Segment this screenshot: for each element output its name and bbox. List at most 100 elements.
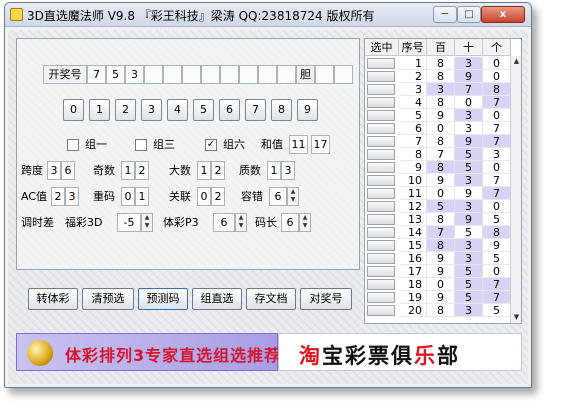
spin-down-icon[interactable]: ▼ [142,222,152,230]
repeat-from-field[interactable]: 0 [121,187,135,206]
sum-to-field[interactable]: 17 [311,135,330,154]
award-digit-4[interactable] [144,65,163,84]
predict-code-button[interactable]: 预测码 [138,288,188,310]
dan-digit-1[interactable] [315,65,334,84]
row-select-button[interactable] [367,136,395,147]
scroll-down-icon[interactable]: ▼ [511,312,522,323]
to-sports-lottery-button[interactable]: 转体彩 [28,288,78,310]
row-select-button[interactable] [367,97,395,108]
row-select-button[interactable] [367,123,395,134]
digit-button-2[interactable]: 2 [115,99,136,121]
table-row[interactable]: 7897 [365,135,511,148]
table-row[interactable]: 20 8 3 5 [365,304,511,317]
table-row[interactable]: 2890 [365,70,511,83]
spin-down-icon[interactable]: ▼ [300,222,310,230]
award-digit-10[interactable] [258,65,277,84]
row-select-button[interactable] [367,266,395,277]
row-select-button[interactable] [367,58,395,69]
p3-spinner[interactable]: ▲ ▼ [235,213,247,232]
table-row[interactable]: 12 5 3 0 [365,200,511,213]
row-select-button[interactable] [367,84,395,95]
tolerance-spinner[interactable]: ▲ ▼ [287,187,299,206]
table-row[interactable]: 14 7 5 8 [365,226,511,239]
ac-from-field[interactable]: 2 [51,187,65,206]
award-digit-2[interactable]: 5 [106,65,125,84]
check-prize-button[interactable]: 对奖号 [300,288,352,310]
digit-button-0[interactable]: 0 [63,99,84,121]
row-select-button[interactable] [367,149,395,160]
row-select-button[interactable] [367,110,395,121]
row-select-button[interactable] [367,175,395,186]
group-direct-button[interactable]: 组直选 [192,288,242,310]
code-len-field[interactable]: 6 [281,213,299,232]
digit-button-1[interactable]: 1 [89,99,110,121]
table-row[interactable]: 11 0 9 7 [365,187,511,200]
table-row[interactable]: 1830 [365,57,511,70]
award-digit-9[interactable] [239,65,258,84]
award-digit-11[interactable] [277,65,296,84]
digit-button-4[interactable]: 4 [167,99,188,121]
prime-to-field[interactable]: 3 [281,161,295,180]
maximize-button[interactable]: □ [457,6,481,23]
table-row[interactable]: 8753 [365,148,511,161]
award-digit-3[interactable]: 3 [125,65,144,84]
table-row[interactable]: 13 8 9 5 [365,213,511,226]
row-select-button[interactable] [367,253,395,264]
dan-digit-2[interactable] [334,65,353,84]
digit-button-8[interactable]: 8 [271,99,292,121]
ad-banner-left[interactable]: 体彩排列3专家直选组选推荐 [16,333,280,371]
row-select-button[interactable] [367,227,395,238]
prime-from-field[interactable]: 1 [267,161,281,180]
table-row[interactable]: 10 9 3 7 [365,174,511,187]
span-to-field[interactable]: 6 [61,161,75,180]
spin-up-icon[interactable]: ▲ [300,214,310,222]
scroll-up-icon[interactable]: ▲ [511,56,522,67]
award-digit-7[interactable] [201,65,220,84]
table-row[interactable]: 9850 [365,161,511,174]
close-button[interactable]: x [481,6,525,23]
save-document-button[interactable]: 存文档 [246,288,296,310]
digit-button-5[interactable]: 5 [193,99,214,121]
digit-button-7[interactable]: 7 [245,99,266,121]
big-from-field[interactable]: 1 [197,161,211,180]
row-select-button[interactable] [367,71,395,82]
award-digit-1[interactable]: 7 [87,65,106,84]
repeat-to-field[interactable]: 1 [135,187,149,206]
table-row[interactable]: 19 9 5 7 [365,291,511,304]
row-select-button[interactable] [367,214,395,225]
header-index[interactable]: 序号 [399,39,427,56]
table-row[interactable]: 6037 [365,122,511,135]
clear-preselect-button[interactable]: 清预选 [82,288,134,310]
span-from-field[interactable]: 3 [47,161,61,180]
related-from-field[interactable]: 0 [197,187,211,206]
row-select-button[interactable] [367,305,395,316]
code-len-spinner[interactable]: ▲ ▼ [299,213,311,232]
spin-down-icon[interactable]: ▼ [288,196,298,204]
row-select-button[interactable] [367,162,395,173]
spin-up-icon[interactable]: ▲ [142,214,152,222]
spin-up-icon[interactable]: ▲ [236,214,246,222]
header-units[interactable]: 个 [483,39,511,56]
row-select-button[interactable] [367,201,395,212]
digit-button-9[interactable]: 9 [297,99,318,121]
sum-from-field[interactable]: 11 [289,135,308,154]
award-digit-8[interactable] [220,65,239,84]
table-scrollbar[interactable]: ▲ ▼ [510,56,521,323]
header-tens[interactable]: 十 [455,39,483,56]
fc3d-spinner[interactable]: ▲ ▼ [141,213,153,232]
digit-button-3[interactable]: 3 [141,99,162,121]
table-row[interactable]: 17 9 5 0 [365,265,511,278]
group1-checkbox[interactable] [67,139,79,151]
digit-button-6[interactable]: 6 [219,99,240,121]
fc3d-offset-field[interactable]: -5 [117,213,141,232]
row-select-button[interactable] [367,240,395,251]
row-select-button[interactable] [367,279,395,290]
header-select[interactable]: 选中 [365,39,399,56]
ac-to-field[interactable]: 3 [65,187,79,206]
spin-down-icon[interactable]: ▼ [236,222,246,230]
ad-banner-right[interactable]: 淘宝彩票俱乐部 [278,333,522,371]
table-row[interactable]: 3378 [365,83,511,96]
p3-offset-field[interactable]: 6 [213,213,235,232]
odd-from-field[interactable]: 1 [121,161,135,180]
related-to-field[interactable]: 2 [211,187,225,206]
